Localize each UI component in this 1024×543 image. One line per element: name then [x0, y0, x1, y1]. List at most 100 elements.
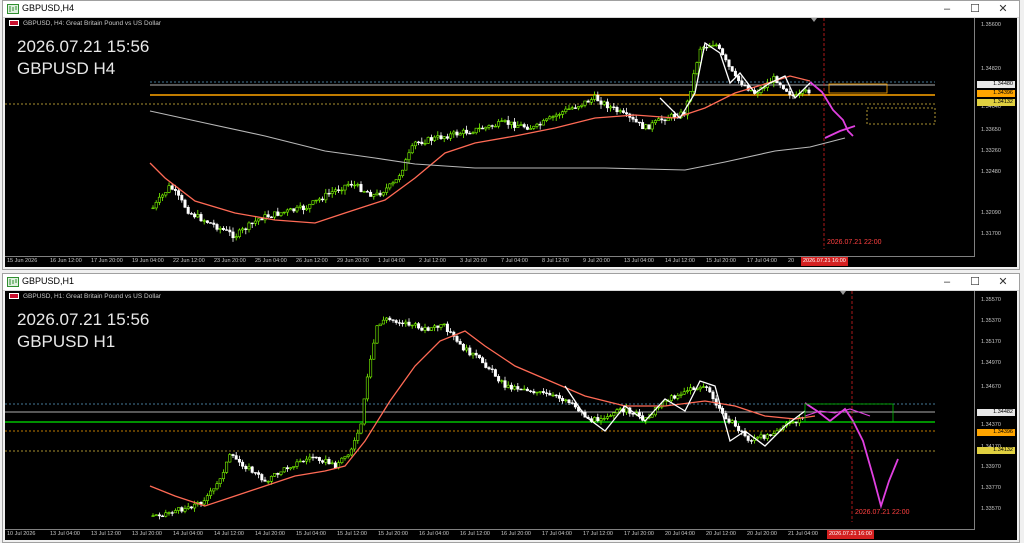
candle-body	[161, 194, 165, 198]
candle-body	[669, 395, 673, 401]
candle-body	[372, 342, 376, 360]
candle-body	[503, 380, 507, 388]
candle-body	[599, 418, 603, 422]
candle-body	[439, 324, 443, 328]
candle-body	[189, 506, 193, 509]
candle-body	[260, 474, 264, 481]
candle-body	[711, 45, 715, 47]
candle-body	[692, 387, 696, 391]
candle-body	[660, 118, 664, 121]
candle-body	[359, 184, 363, 192]
close-button[interactable]: ✕	[989, 274, 1017, 290]
candle-body	[257, 218, 261, 222]
close-button[interactable]: ✕	[989, 1, 1017, 17]
candle-body	[778, 82, 782, 86]
time-scale[interactable]: 15 Jun 2026 16 Jun 12:00 17 Jun 20:00 19…	[5, 256, 975, 267]
chart-window-h4[interactable]: GBPUSD,H4 – ☐ ✕ GBPUSD, H4: Great Britai…	[2, 0, 1020, 270]
title-bar[interactable]: GBPUSD,H1 – ☐ ✕	[3, 274, 1019, 291]
candle-body	[333, 189, 337, 192]
candle-body	[673, 395, 677, 399]
candle-body	[548, 393, 552, 396]
candlestick-plot[interactable]	[5, 18, 977, 259]
ema-line	[149, 75, 811, 224]
candlestick-plot[interactable]	[5, 291, 977, 532]
candle-body	[673, 113, 677, 118]
resistance-price-tag: 1.34396	[977, 429, 1015, 436]
price-chart[interactable]: GBPUSD, H4: Great Britain Pound vs US Do…	[5, 18, 1017, 267]
candle-body	[164, 192, 168, 196]
candle-body	[471, 352, 475, 356]
candle-body	[474, 352, 478, 356]
candle-body	[276, 473, 280, 475]
candle-body	[177, 507, 181, 511]
time-label: 17 Jun 20:00	[91, 258, 123, 264]
candle-body	[212, 488, 216, 492]
candle-body	[298, 205, 302, 208]
time-label: 17 Jul 04:00	[747, 258, 777, 264]
candle-body	[500, 380, 504, 382]
candle-body	[279, 212, 283, 216]
candle-body	[247, 466, 251, 470]
candle-body	[484, 126, 488, 130]
candle-body	[685, 390, 689, 393]
candle-body	[740, 80, 744, 86]
price-chart[interactable]: GBPUSD, H1: Great Britain Pound vs US Do…	[5, 291, 1017, 540]
candle-body	[253, 472, 257, 474]
candle-body	[631, 117, 635, 120]
price-label: 1.33770	[981, 485, 1001, 491]
minimize-button[interactable]: –	[933, 1, 961, 17]
candle-body	[308, 456, 312, 460]
time-label: 10 Jul 2026	[7, 531, 36, 537]
forecast-path	[824, 125, 856, 139]
candle-body	[180, 507, 184, 512]
candle-body	[781, 84, 785, 90]
candle-body	[698, 386, 702, 390]
candle-body	[637, 412, 641, 416]
minimize-button[interactable]: –	[933, 274, 961, 290]
price-scale[interactable]: 1.35570 1.35370 1.35170 1.34970 1.34670 …	[974, 291, 1017, 530]
candle-body	[615, 409, 619, 414]
candle-body	[215, 483, 219, 490]
candle-body	[458, 341, 462, 345]
candle-body	[557, 114, 561, 116]
candle-body	[330, 191, 334, 194]
candle-body	[225, 229, 229, 231]
time-label: 20	[788, 258, 795, 264]
candle-body	[151, 207, 155, 210]
candle-body	[621, 110, 625, 113]
candle-body	[365, 191, 369, 193]
candle-body	[647, 124, 651, 130]
candle-body	[682, 391, 686, 395]
price-label: 1.35570	[981, 297, 1001, 303]
candle-body	[711, 391, 715, 400]
candle-body	[730, 420, 734, 423]
current-price-tag: 1.34482	[977, 409, 1015, 416]
candle-body	[285, 467, 289, 470]
candle-body	[407, 152, 411, 161]
candle-body	[788, 91, 792, 96]
candle-body	[497, 121, 501, 127]
support-price-tag: 1.34132	[977, 99, 1015, 106]
maximize-button[interactable]: ☐	[961, 1, 989, 17]
maximize-button[interactable]: ☐	[961, 274, 989, 290]
candle-body	[749, 440, 753, 442]
time-scale[interactable]: 10 Jul 2026 13 Jul 04:00 13 Jul 12:00 13…	[5, 529, 975, 540]
candle-body	[618, 408, 622, 411]
candle-body	[583, 100, 587, 106]
candle-body	[737, 425, 741, 432]
candle-body	[663, 400, 667, 407]
title-bar[interactable]: GBPUSD,H4 – ☐ ✕	[3, 1, 1019, 18]
candle-body	[317, 198, 321, 201]
candle-body	[500, 120, 504, 122]
price-scale[interactable]: 1.35600 1.34820 1.34040 1.33650 1.33260 …	[974, 18, 1017, 257]
candle-body	[465, 347, 469, 351]
candle-body	[346, 183, 350, 186]
candle-body	[356, 432, 360, 441]
candle-body	[525, 126, 529, 130]
candle-body	[349, 448, 353, 456]
chart-window-h1[interactable]: GBPUSD,H1 – ☐ ✕ GBPUSD, H1: Great Britai…	[2, 273, 1020, 543]
candle-body	[420, 141, 424, 145]
candle-body	[653, 120, 657, 124]
candle-body	[561, 398, 565, 402]
time-label: 15 Jun 2026	[7, 258, 38, 264]
